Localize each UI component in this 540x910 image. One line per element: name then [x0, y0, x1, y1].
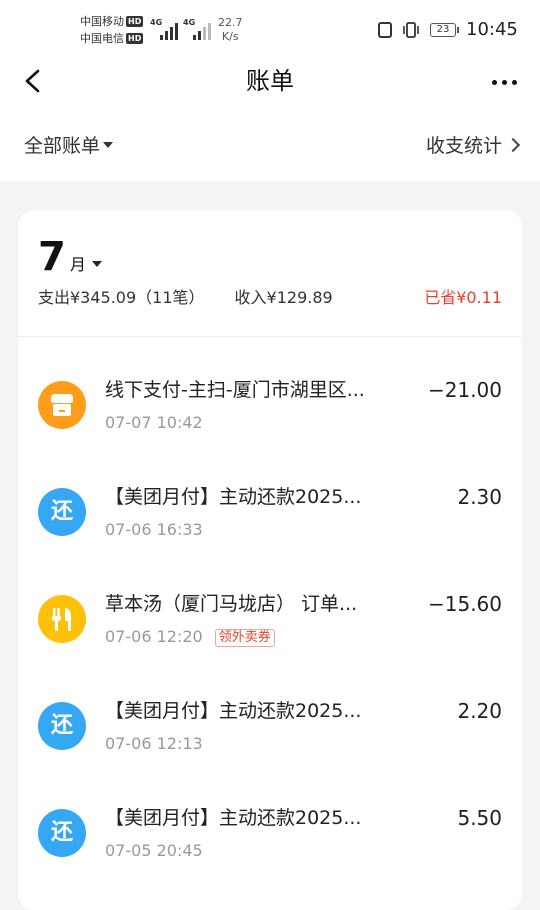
transaction-amount: −21.00: [427, 378, 502, 402]
bill-filter-dropdown[interactable]: 全部账单: [24, 132, 114, 160]
divider: [18, 336, 522, 337]
repay-icon: 还: [38, 488, 86, 536]
shop-icon: [38, 381, 86, 429]
transaction-row[interactable]: 还 【美团月付】主动还款2025... 07-06 16:33 2.30: [18, 484, 522, 574]
coupon-tag[interactable]: 领外卖券: [214, 629, 275, 647]
signal-icon: 4G: [183, 18, 211, 40]
transaction-row[interactable]: 线下支付-主扫-厦门市湖里区... 07-07 10:42 −21.00: [18, 377, 522, 467]
transaction-row[interactable]: 还 【美团月付】主动还款2025... 07-06 12:13 2.20: [18, 698, 522, 788]
status-time: 10:45: [466, 19, 518, 40]
month-summary: 支出¥345.09（11笔） 收入¥129.89: [38, 288, 333, 308]
network-speed: 22.7 K/s: [218, 16, 243, 43]
transaction-title: 【美团月付】主动还款2025...: [105, 486, 362, 508]
month-selector[interactable]: 7月: [38, 234, 102, 280]
page-title: 账单: [246, 67, 294, 95]
transaction-time: 07-06 12:13: [105, 734, 203, 753]
transaction-title: 【美团月付】主动还款2025...: [105, 700, 362, 722]
transaction-title: 草本汤（厦门马垅店） 订单...: [105, 593, 358, 615]
fork-knife-icon: [38, 595, 86, 643]
caret-down-icon: [91, 261, 102, 267]
vibrate-icon: [403, 22, 419, 38]
status-bar: 中国移动 HD 中国电信 HD 4G 4G 22.7 K/s 23 10:45: [0, 0, 540, 60]
transaction-amount: 5.50: [457, 806, 502, 830]
battery-icon: 23: [430, 23, 459, 37]
transaction-amount: 2.30: [457, 485, 502, 509]
transaction-row[interactable]: 还 【美团月付】主动还款2025... 07-05 20:45 5.50: [18, 805, 522, 895]
repay-icon: 还: [38, 809, 86, 857]
transaction-title: 线下支付-主扫-厦门市湖里区...: [105, 379, 365, 401]
expense-total: 支出¥345.09（11笔）: [38, 288, 205, 307]
income-total: 收入¥129.89: [234, 288, 333, 307]
caret-down-icon: [103, 142, 114, 148]
carrier-1: 中国移动 HD: [80, 15, 144, 28]
repay-icon: 还: [38, 702, 86, 750]
signal-icon: 4G: [150, 18, 178, 40]
transaction-row[interactable]: 草本汤（厦门马垅店） 订单... 07-06 12:20 领外卖券 −15.60: [18, 591, 522, 681]
carrier-2: 中国电信 HD: [80, 32, 144, 45]
transaction-time: 07-06 16:33: [105, 520, 203, 539]
month-card: 7月 支出¥345.09（11笔） 收入¥129.89 已省¥0.11 线下支付-…: [18, 210, 522, 910]
stats-link[interactable]: 收支统计: [426, 132, 521, 160]
transaction-time: 07-07 10:42: [105, 413, 203, 432]
transaction-time: 07-06 12:20 领外卖券: [105, 627, 275, 647]
saved-amount: 已省¥0.11: [424, 288, 502, 307]
nfc-icon: [378, 22, 392, 38]
back-arrow-icon[interactable]: [20, 64, 50, 98]
transaction-amount: −15.60: [427, 592, 502, 616]
chevron-right-icon: [505, 137, 521, 153]
transaction-title: 【美团月付】主动还款2025...: [105, 807, 362, 829]
transaction-amount: 2.20: [457, 699, 502, 723]
more-icon[interactable]: [490, 76, 520, 88]
transaction-time: 07-05 20:45: [105, 841, 203, 860]
